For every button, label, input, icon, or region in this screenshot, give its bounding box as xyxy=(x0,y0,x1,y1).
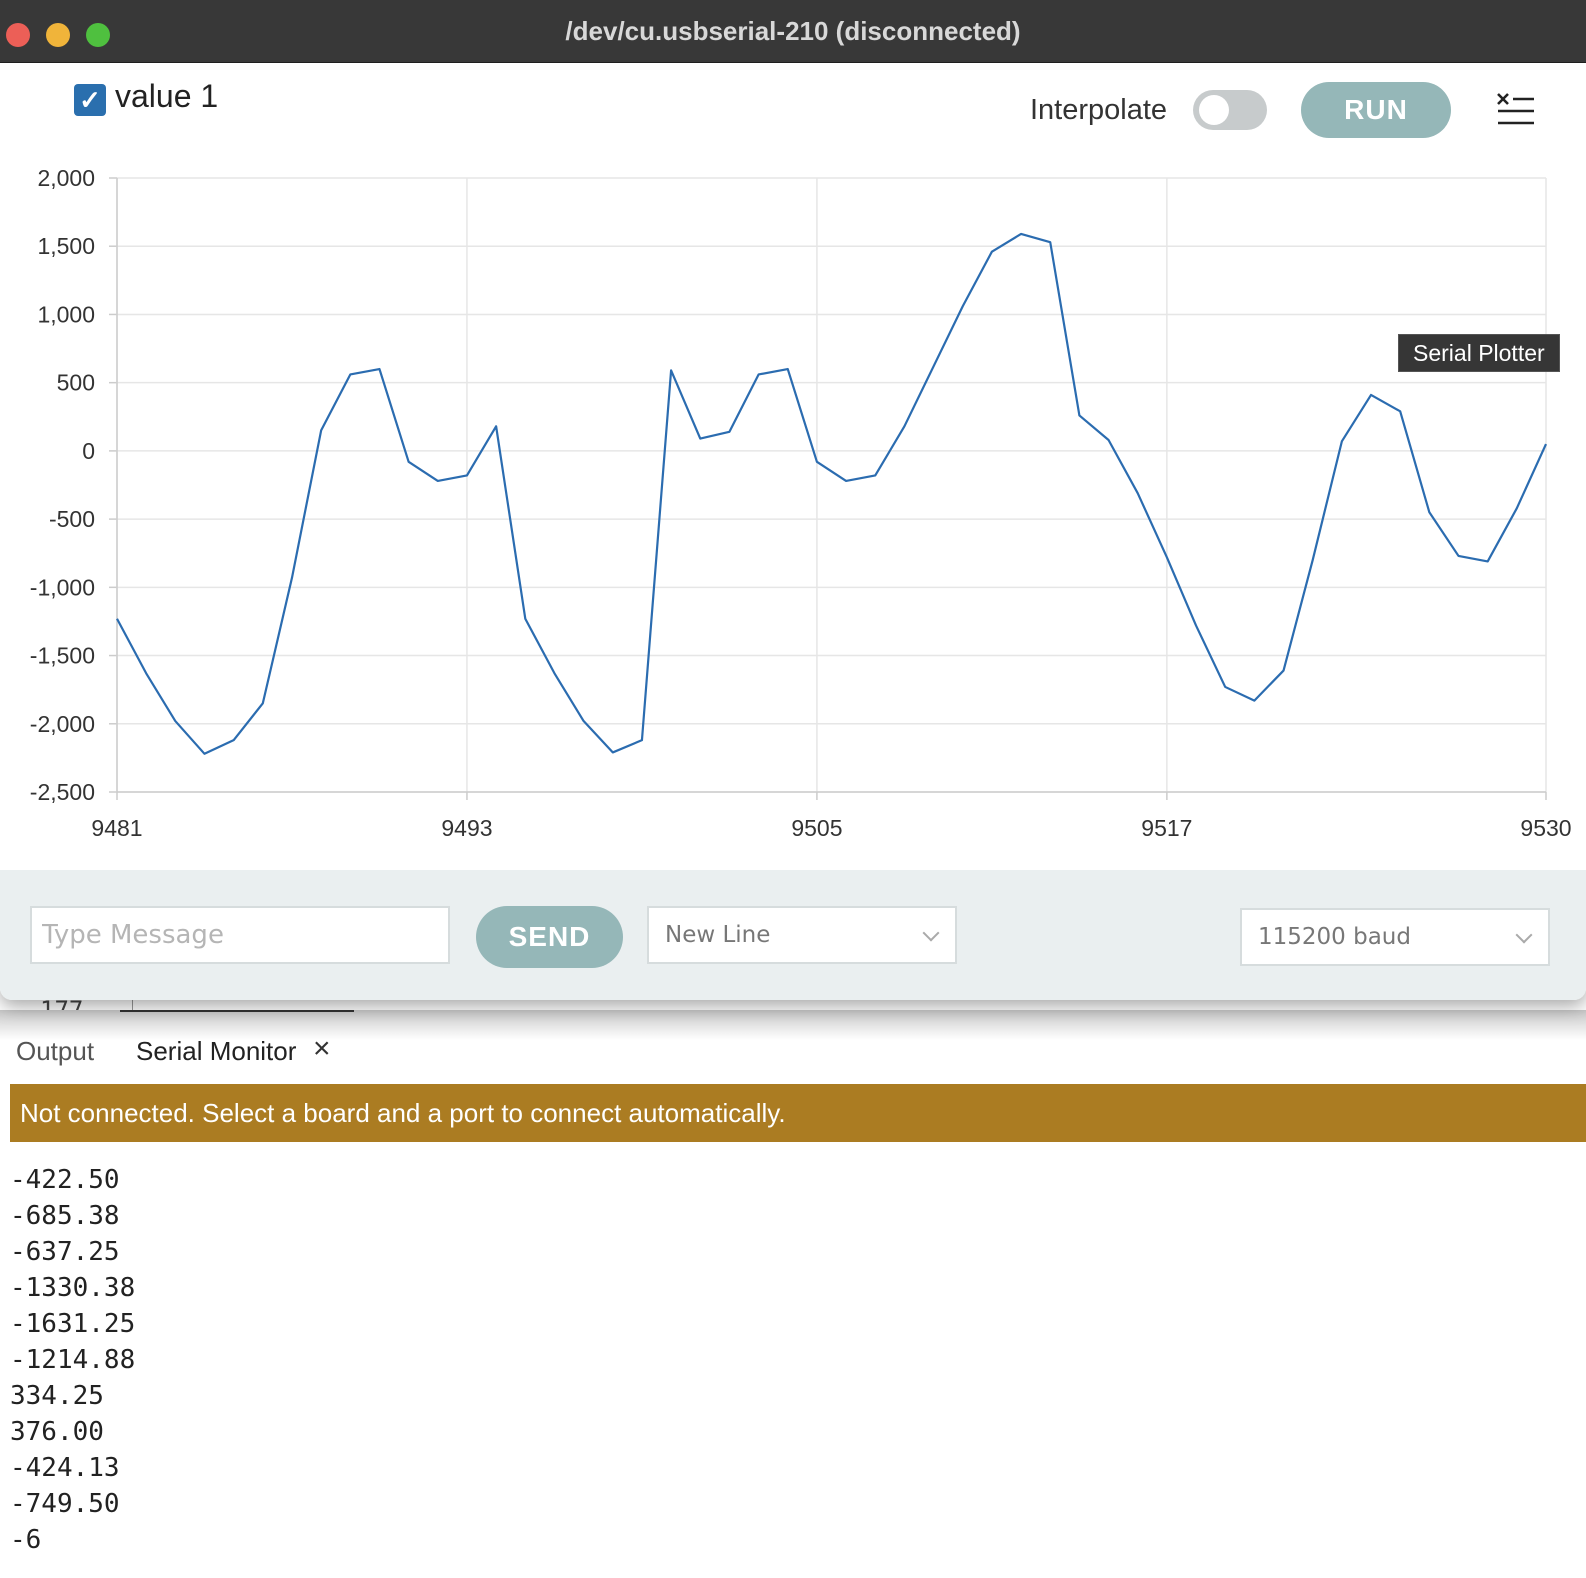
x-tick-label: 9493 xyxy=(441,815,492,841)
baud-rate-select[interactable]: 115200 baud xyxy=(1240,908,1550,966)
y-tick-label: -500 xyxy=(49,506,95,532)
console-line: 376.00 xyxy=(10,1417,104,1447)
serial-plotter-window: /dev/cu.usbserial-210 (disconnected) ✓ v… xyxy=(0,0,1586,1000)
console-line: -685.38 xyxy=(10,1201,120,1231)
console-line: -1214.88 xyxy=(10,1345,136,1375)
title-bar[interactable]: /dev/cu.usbserial-210 (disconnected) xyxy=(0,0,1586,63)
toggle-knob xyxy=(1199,95,1229,125)
y-tick-label: 1,000 xyxy=(37,301,95,327)
y-tick-label: 500 xyxy=(57,370,95,396)
close-icon[interactable]: × xyxy=(313,1032,331,1066)
console-line: -637.25 xyxy=(10,1237,120,1267)
y-tick-label: 0 xyxy=(82,438,95,464)
active-tab-indicator xyxy=(120,1010,354,1012)
y-tick-label: -2,000 xyxy=(30,711,95,737)
line-ending-value: New Line xyxy=(665,922,771,948)
x-tick-label: 9517 xyxy=(1141,815,1192,841)
not-connected-banner: Not connected. Select a board and a port… xyxy=(10,1084,1586,1142)
x-tick-label: 9481 xyxy=(91,815,142,841)
baud-rate-value: 115200 baud xyxy=(1258,924,1411,950)
interpolate-label: Interpolate xyxy=(1030,94,1168,126)
y-tick-label: 2,000 xyxy=(37,165,95,191)
serial-plotter-tooltip: Serial Plotter xyxy=(1398,334,1560,372)
legend-checkbox-value-1[interactable]: ✓ xyxy=(74,84,106,116)
line-chart: 2,000 1,500 1,000 500 0 -500 -1,000 -1,500 -2,00… xyxy=(30,165,1572,841)
legend-label-value-1[interactable]: value 1 xyxy=(115,78,218,115)
x-tick-label: 9530 xyxy=(1520,815,1571,841)
chevron-down-icon xyxy=(922,924,940,942)
y-tick-label: -2,500 xyxy=(30,779,95,805)
y-tick-label: -1,000 xyxy=(30,574,95,600)
chevron-down-icon xyxy=(1515,926,1533,944)
console-line: -422.50 xyxy=(10,1165,120,1195)
x-tick-label: 9505 xyxy=(791,815,842,841)
console-line: 334.25 xyxy=(10,1381,104,1411)
y-tick-label: -1,500 xyxy=(30,643,95,669)
bottom-panel-tabs: Output Serial Monitor × xyxy=(0,1010,1586,1072)
serial-monitor-output: -422.50 -685.38 -637.25 -1330.38 -1631.25 -12… xyxy=(10,1162,135,1558)
window-title: /dev/cu.usbserial-210 (disconnected) xyxy=(565,16,1021,46)
console-line: -749.50 xyxy=(10,1489,120,1519)
console-line: -6 xyxy=(10,1525,42,1555)
console-line: -1330.38 xyxy=(10,1273,136,1303)
checkmark-icon: ✓ xyxy=(79,85,101,115)
tab-serial-monitor[interactable]: Serial Monitor xyxy=(136,1036,296,1067)
send-bar: SEND New Line 115200 baud xyxy=(0,870,1586,1000)
console-line: -424.13 xyxy=(10,1453,120,1483)
line-ending-select[interactable]: New Line xyxy=(647,906,957,964)
send-button[interactable]: SEND xyxy=(476,906,623,968)
message-input[interactable] xyxy=(30,906,450,964)
tab-output[interactable]: Output xyxy=(16,1036,94,1067)
run-button[interactable]: RUN xyxy=(1301,82,1451,138)
clear-list-icon[interactable] xyxy=(1496,92,1536,128)
interpolate-toggle[interactable] xyxy=(1193,90,1267,130)
console-line: -1631.25 xyxy=(10,1309,136,1339)
y-tick-label: 1,500 xyxy=(37,233,95,259)
series-line-value-1 xyxy=(116,232,1548,755)
